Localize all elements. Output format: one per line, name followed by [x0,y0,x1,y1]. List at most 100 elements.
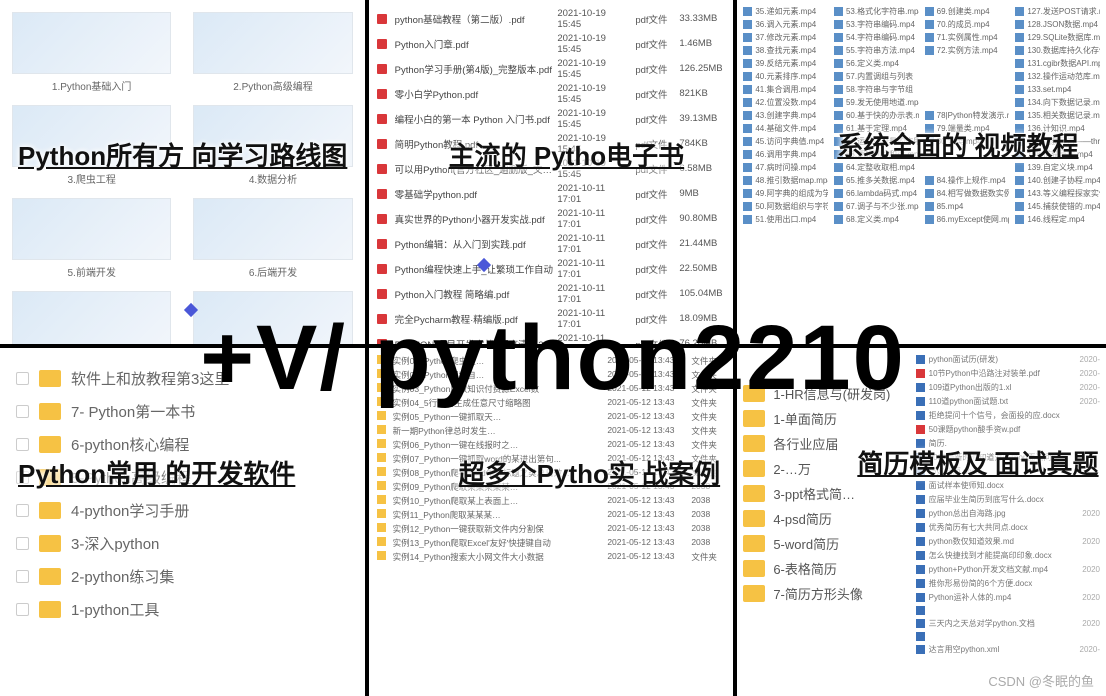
thumbnail[interactable]: 2.Python高级编程 [193,12,352,93]
folder-row[interactable]: 3-ppt格式简… [743,484,903,503]
checkbox[interactable] [16,372,29,385]
folder-row[interactable]: 4-python学习手册 [10,496,355,525]
doc-row[interactable]: 50课题python酸手资w.pdf [916,424,1100,435]
video-item[interactable]: 43.创建字典.mp4 [743,110,828,121]
video-item[interactable]: 129.SQLite数据库.mp4 [1015,32,1100,43]
video-item[interactable]: 68.定义类.mp4 [834,214,919,225]
video-item[interactable]: 60.基于快的办示表.mp4 [834,110,919,121]
doc-row[interactable]: python总出自海路.jpg2020 [916,508,1100,519]
doc-row[interactable]: python+Python开发文档文献.mp42020 [916,564,1100,575]
video-item[interactable]: 84.操作上规作.mp4 [925,175,1010,186]
doc-row[interactable]: 怎么快捷找到才能提高印印象.docx [916,550,1100,561]
folder-row[interactable]: 2-python练习集 [10,562,355,591]
video-item[interactable]: 56.定义类.mp4 [834,58,919,69]
video-item[interactable]: 128.JSON数据.mp4 [1015,19,1100,30]
video-item[interactable]: 53.格式化字符串.mp4 [834,6,919,17]
doc-row[interactable]: 达言用空python.xml2020- [916,644,1100,655]
file-row[interactable]: 编程小白的第一本 Python 入门书.pdf2021-10-19 15:45p… [375,106,728,131]
video-item[interactable]: 35.递如元素.mp4 [743,6,828,17]
case-row[interactable]: 实例11_Python爬取某某某…2021-05-12 13:432038 [375,508,728,522]
video-item[interactable]: 59.发无使用地道.mp4 [834,97,919,108]
video-item[interactable]: 57.内置调组与列表 [834,71,919,82]
thumbnail[interactable]: 8.自动化测试 [193,291,352,348]
folder-row[interactable]: 7- Python第一本书 [10,397,355,426]
video-item[interactable]: 145.捕获使错的.mp4 [1015,201,1100,212]
case-row[interactable]: 实例03_Python爬取知识付费源Excel数2021-05-12 13:43… [375,382,728,396]
file-row[interactable]: Python编辑：从入门到实践.pdf2021-10-11 17:01pdf文件… [375,231,728,256]
case-row[interactable]: 实例02_Python视频自…2021-05-12 13:43文件夹 [375,368,728,382]
doc-row[interactable]: 优秀简历有七大共同点.docx [916,522,1100,533]
folder-row[interactable]: 1-python工具 [10,595,355,624]
doc-row[interactable]: python数仅知道效果.md2020 [916,536,1100,547]
video-item[interactable]: 140.创建子协程.mp4 [1015,175,1100,186]
video-item[interactable]: 38.查找元素.mp4 [743,45,828,56]
video-item[interactable] [925,71,1010,82]
video-item[interactable]: 72.实例方法.mp4 [925,45,1010,56]
video-item[interactable]: 85.mp4 [925,201,1010,212]
folder-row[interactable]: 5-word简历 [743,534,903,553]
video-item[interactable] [925,58,1010,69]
thumbnail[interactable]: 6.后端开发 [193,198,352,279]
video-item[interactable]: 66.lambda码式.mp4 [834,188,919,199]
folder-row[interactable]: 1-HR信息与(研发岗) [743,384,903,403]
file-row[interactable]: Python编程快速上手_让繁琐工作自动2021-10-11 17:01pdf文… [375,256,728,281]
video-item[interactable]: 84.相写做数据数实例.mp4 [925,188,1010,199]
doc-row[interactable] [916,632,1100,641]
video-item[interactable]: 130.数据库持久化存储示论题.mp4 [1015,45,1100,56]
doc-row[interactable]: Python运补人体的.mp42020 [916,592,1100,603]
video-item[interactable]: 58.字符串与字节组 [834,84,919,95]
video-item[interactable] [925,84,1010,95]
checkbox[interactable] [16,537,29,550]
video-item[interactable]: 131.cgibr数据API.mp4 [1015,58,1100,69]
file-row[interactable]: 完全Pycharm教程·精编版.pdf2021-10-11 17:01pdf文件… [375,306,728,331]
case-row[interactable]: 实例10_Python爬取某上表面上…2021-05-12 13:432038 [375,494,728,508]
doc-row[interactable]: 110道python面试题.txt2020- [916,396,1100,407]
checkbox[interactable] [16,504,29,517]
video-item[interactable]: 132.操作运动范库.mp4 [1015,71,1100,82]
video-item[interactable]: 54.字符串编码.mp4 [834,32,919,43]
doc-row[interactable]: 拒绝提问十个信号，会面投的应.docx [916,410,1100,421]
video-item[interactable]: 78|Python特发演示.mp4 [925,110,1010,121]
case-row[interactable]: 新一期Python律总时发生…2021-05-12 13:43文件夹 [375,424,728,438]
video-item[interactable]: 51.使用出口.mp4 [743,214,828,225]
video-item[interactable]: 86.myExcept使网.mp4 [925,214,1010,225]
folder-row[interactable]: 4-psd简历 [743,509,903,528]
checkbox[interactable] [16,570,29,583]
file-row[interactable]: python基础教程（第二版）.pdf2021-10-19 15:45pdf文件… [375,6,728,31]
file-row[interactable]: Python入门教程 简略编.pdf2021-10-11 17:01pdf文件1… [375,281,728,306]
file-row[interactable]: Python入门章.pdf2021-10-19 15:45pdf文件1.46MB [375,31,728,56]
checkbox[interactable] [16,438,29,451]
video-item[interactable]: 37.修改元素.mp4 [743,32,828,43]
thumbnail[interactable]: 1.Python基础入门 [12,12,171,93]
video-item[interactable]: 53.字符串编码.mp4 [834,19,919,30]
video-item[interactable]: 44.基础文件.mp4 [743,123,828,134]
video-item[interactable]: 41.集合调用.mp4 [743,84,828,95]
doc-row[interactable]: 109道Python出版的1.xl2020- [916,382,1100,393]
case-row[interactable]: 实例01_Python爬虫天…2021-05-12 13:43文件夹 [375,354,728,368]
video-item[interactable]: 143.等义编程探家实例.mp4 [1015,188,1100,199]
thumbnail[interactable]: 7.机器学习 [12,291,171,348]
file-row[interactable]: 零基础学python.pdf2021-10-11 17:01pdf文件9MB [375,181,728,206]
checkbox[interactable] [16,405,29,418]
video-item[interactable]: 48.推引数据map.mp4 [743,175,828,186]
folder-row[interactable]: 7-简历方形头像 [743,584,903,603]
video-item[interactable]: 36.调入元素.mp4 [743,19,828,30]
video-item[interactable]: 67.调子与不少张.mp4 [834,201,919,212]
video-item[interactable]: 45.访问字典值.mp4 [743,136,828,147]
video-item[interactable]: 69.创建类.mp4 [925,6,1010,17]
video-item[interactable]: 70.的成员.mp4 [925,19,1010,30]
video-item[interactable] [925,97,1010,108]
case-row[interactable]: 实例06_Python一键在线报时之…2021-05-12 13:43文件夹 [375,438,728,452]
video-item[interactable]: 65.推多关数据.mp4 [834,175,919,186]
folder-row[interactable]: 6-python核心编程 [10,430,355,459]
video-item[interactable]: 146.线程定.mp4 [1015,214,1100,225]
video-item[interactable]: 133.set.mp4 [1015,84,1100,95]
file-row[interactable]: Python学习手册(第4版)_完整版本.pdf2021-10-19 15:45… [375,56,728,81]
video-item[interactable]: 42.位置没数.mp4 [743,97,828,108]
doc-row[interactable] [916,606,1100,615]
checkbox[interactable] [16,603,29,616]
file-row[interactable]: PYTHON 项目开发实战_超高清_13883067.pdf2021-10-11… [375,331,728,348]
case-row[interactable]: 实例14_Python搜索大小网文件大小数据2021-05-12 13:43文件… [375,550,728,564]
case-row[interactable]: 实例05_Python一键抓取天…2021-05-12 13:43文件夹 [375,410,728,424]
doc-row[interactable]: 10节Python中沿路注对装单.pdf2020- [916,368,1100,379]
